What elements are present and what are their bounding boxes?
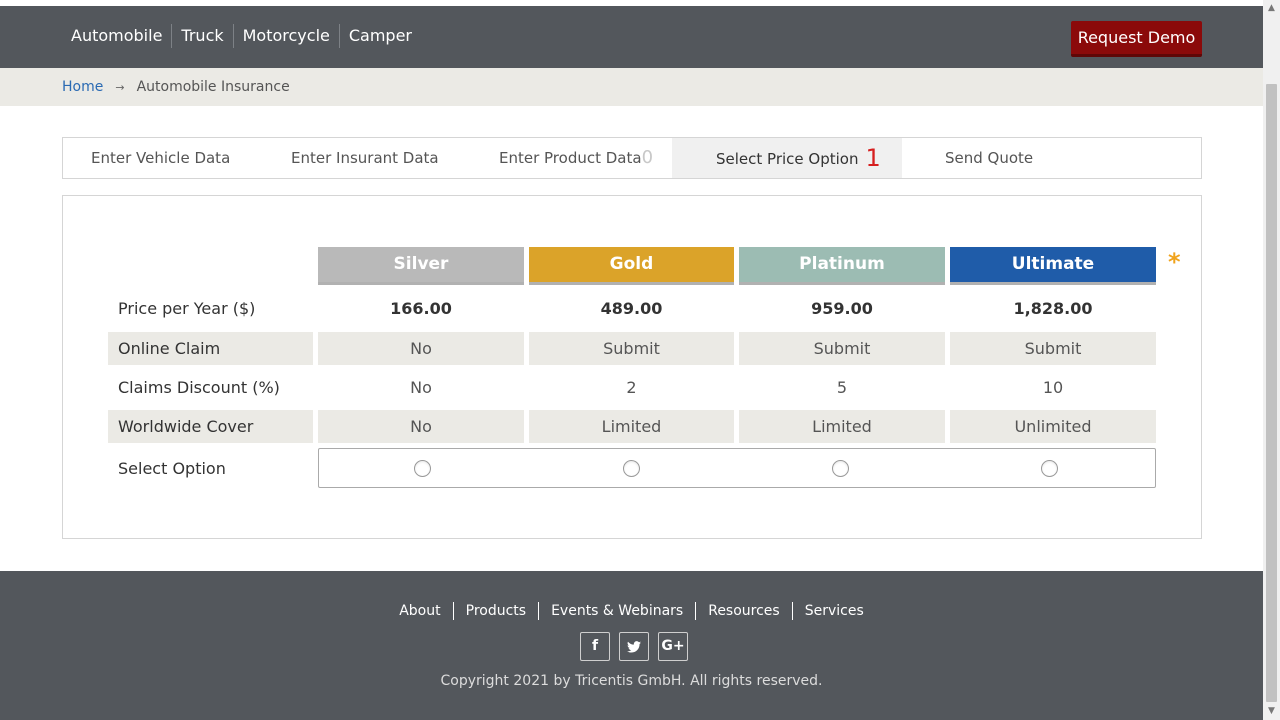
price-platinum: 959.00: [811, 299, 873, 318]
worldwide-cover-ultimate: Unlimited: [950, 410, 1156, 443]
scroll-up-arrow-icon[interactable]: ▲: [1263, 0, 1280, 17]
nav-item-motorcycle[interactable]: Motorcycle: [232, 24, 339, 48]
scroll-down-arrow-icon[interactable]: ▼: [1263, 703, 1280, 720]
row-label-worldwide-cover: Worldwide Cover: [108, 410, 313, 443]
price-ultimate: 1,828.00: [1013, 299, 1093, 318]
facebook-icon[interactable]: f: [580, 632, 610, 661]
worldwide-cover-gold: Limited: [529, 410, 734, 443]
worldwide-cover-platinum: Limited: [739, 410, 945, 443]
breadcrumb-current: Automobile Insurance: [136, 79, 290, 95]
row-label-online-claim: Online Claim: [108, 332, 313, 365]
online-claim-silver: No: [318, 332, 524, 365]
footer-link-about[interactable]: About: [387, 602, 452, 620]
footer-links: About Products Events & Webinars Resourc…: [0, 602, 1263, 620]
online-claim-platinum: Submit: [739, 332, 945, 365]
radio-silver[interactable]: [414, 460, 431, 477]
tab-enter-product-data[interactable]: Enter Product Data0: [499, 138, 653, 178]
plan-header-ultimate: Ultimate: [950, 247, 1156, 285]
price-gold: 489.00: [600, 299, 663, 318]
twitter-icon[interactable]: [619, 632, 649, 661]
scrollbar-thumb[interactable]: [1266, 84, 1277, 702]
main-nav: Automobile Truck Motorcycle Camper: [62, 24, 421, 48]
tab-count: 1: [865, 144, 881, 172]
breadcrumb: Home → Automobile Insurance: [0, 68, 1263, 106]
worldwide-cover-silver: No: [318, 410, 524, 443]
plan-header-gold: Gold: [529, 247, 734, 285]
tab-count: 0: [641, 147, 654, 168]
breadcrumb-arrow-icon: →: [115, 80, 125, 94]
nav-item-automobile[interactable]: Automobile: [62, 24, 171, 48]
footer-link-products[interactable]: Products: [452, 602, 538, 620]
footer-link-resources[interactable]: Resources: [695, 602, 792, 620]
tab-label: Enter Insurant Data: [291, 149, 439, 167]
online-claim-ultimate: Submit: [950, 332, 1156, 365]
claims-discount-gold: 2: [626, 378, 637, 397]
online-claim-gold: Submit: [529, 332, 734, 365]
page: Automobile Truck Motorcycle Camper Reque…: [0, 0, 1263, 720]
tab-enter-vehicle-data[interactable]: Enter Vehicle Data: [91, 138, 230, 178]
claims-discount-silver: No: [410, 378, 432, 397]
price-silver: 166.00: [390, 299, 452, 318]
tab-label: Select Price Option: [716, 150, 859, 168]
required-asterisk-icon: *: [1168, 248, 1181, 276]
request-demo-button[interactable]: Request Demo: [1071, 21, 1202, 57]
tab-send-quote[interactable]: Send Quote: [945, 138, 1033, 178]
wizard-tabs: Enter Vehicle Data Enter Insurant Data E…: [62, 137, 1202, 179]
twitter-bird-icon: [627, 641, 641, 653]
breadcrumb-home-link[interactable]: Home: [62, 79, 103, 95]
nav-item-truck[interactable]: Truck: [171, 24, 232, 48]
tab-label: Send Quote: [945, 149, 1034, 167]
tab-label: Enter Vehicle Data: [91, 149, 231, 167]
footer-link-services[interactable]: Services: [791, 602, 876, 620]
claims-discount-ultimate: 10: [1042, 378, 1064, 397]
tab-label: Enter Product Data: [499, 149, 642, 167]
tab-select-price-option[interactable]: Select Price Option 1: [672, 138, 902, 178]
footer: About Products Events & Webinars Resourc…: [0, 571, 1263, 720]
row-label-select-option: Select Option: [118, 459, 226, 478]
browser-viewport: Automobile Truck Motorcycle Camper Reque…: [0, 0, 1280, 720]
copyright-text: Copyright 2021 by Tricentis GmbH. All ri…: [440, 673, 823, 689]
radio-ultimate[interactable]: [1041, 460, 1058, 477]
nav-item-camper[interactable]: Camper: [338, 24, 421, 48]
row-label-claims-discount: Claims Discount (%): [118, 378, 280, 397]
row-label-price: Price per Year ($): [118, 299, 256, 318]
vertical-scrollbar[interactable]: ▲ ▼: [1263, 0, 1280, 720]
select-option-group: [318, 448, 1156, 488]
google-plus-icon[interactable]: G+: [658, 632, 688, 661]
header: Automobile Truck Motorcycle Camper Reque…: [0, 6, 1263, 68]
radio-gold[interactable]: [623, 460, 640, 477]
plan-header-silver: Silver: [318, 247, 524, 285]
footer-link-events-webinars[interactable]: Events & Webinars: [538, 602, 695, 620]
tab-enter-insurant-data[interactable]: Enter Insurant Data: [291, 138, 439, 178]
radio-platinum[interactable]: [832, 460, 849, 477]
plan-header-platinum: Platinum: [739, 247, 945, 285]
claims-discount-platinum: 5: [836, 378, 848, 397]
